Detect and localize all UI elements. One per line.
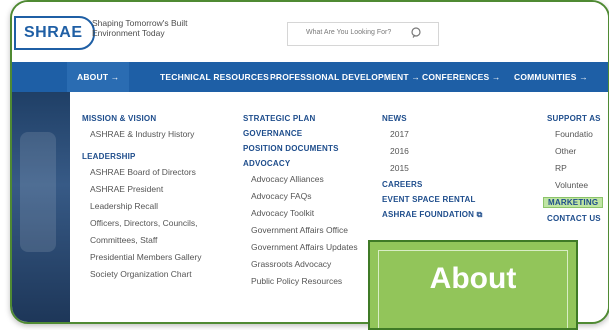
- nav-communities[interactable]: COMMUNITIES →: [514, 62, 588, 92]
- menu-link-other[interactable]: Other: [555, 146, 603, 156]
- menu-link-public-policy[interactable]: Public Policy Resources: [251, 276, 358, 286]
- nav-technical-resources[interactable]: TECHNICAL RESOURCES →: [160, 62, 280, 92]
- menu-link-gov-affairs-updates[interactable]: Government Affairs Updates: [251, 242, 358, 252]
- nav-about[interactable]: ABOUT →: [67, 62, 130, 92]
- menu-link-advocacy-alliances[interactable]: Advocacy Alliances: [251, 174, 358, 184]
- menu-link-presidential-gallery[interactable]: Presidential Members Gallery: [90, 252, 201, 262]
- search-box[interactable]: What Are You Looking For?: [287, 22, 439, 46]
- menu-link-grassroots[interactable]: Grassroots Advocacy: [251, 259, 358, 269]
- menu-link-2015[interactable]: 2015: [390, 163, 483, 173]
- menu-link-leadership-recall[interactable]: Leadership Recall: [90, 201, 201, 211]
- menu-leadership[interactable]: LEADERSHIP: [82, 152, 201, 161]
- menu-marketing[interactable]: MARKETING: [543, 197, 604, 208]
- tagline: Shaping Tomorrow's Built Environment Tod…: [92, 18, 188, 38]
- menu-link-board[interactable]: ASHRAE Board of Directors: [90, 167, 201, 177]
- menu-foundation[interactable]: ASHRAE FOUNDATION ⧉: [382, 210, 483, 220]
- external-link-icon: ⧉: [476, 210, 483, 219]
- menu-link-2017[interactable]: 2017: [390, 129, 483, 139]
- nav-conferences[interactable]: CONFERENCES →: [422, 62, 501, 92]
- callout-label: About: [429, 262, 517, 295]
- ashrae-logo[interactable]: SHRAE: [14, 16, 95, 50]
- menu-link-volunteer[interactable]: Voluntee: [555, 180, 603, 190]
- menu-link-advocacy-faqs[interactable]: Advocacy FAQs: [251, 191, 358, 201]
- menu-strategic-plan[interactable]: STRATEGIC PLAN: [243, 114, 358, 123]
- menu-advocacy[interactable]: ADVOCACY: [243, 159, 358, 168]
- menu-contact-us[interactable]: CONTACT US: [547, 214, 603, 223]
- menu-link-president[interactable]: ASHRAE President: [90, 184, 201, 194]
- marketing-highlight: MARKETING: [543, 197, 604, 208]
- menu-link-2016[interactable]: 2016: [390, 146, 483, 156]
- menu-column-2: STRATEGIC PLAN GOVERNANCE POSITION DOCUM…: [243, 114, 358, 293]
- menu-foundation-label: ASHRAE FOUNDATION: [382, 210, 475, 219]
- menu-link-committees[interactable]: Committees, Staff: [90, 235, 201, 245]
- hero-image-strip: [12, 92, 70, 322]
- menu-column-3: NEWS 2017 2016 2015 CAREERS EVENT SPACE …: [382, 114, 483, 226]
- menu-position-documents[interactable]: POSITION DOCUMENTS: [243, 144, 358, 153]
- menu-event-space[interactable]: EVENT SPACE RENTAL: [382, 195, 483, 204]
- menu-link-history[interactable]: ASHRAE & Industry History: [90, 129, 201, 139]
- menu-link-officers[interactable]: Officers, Directors, Councils,: [90, 218, 201, 228]
- menu-support-ashrae[interactable]: SUPPORT AS: [547, 114, 603, 123]
- menu-news[interactable]: NEWS: [382, 114, 483, 123]
- menu-column-1: MISSION & VISION ASHRAE & Industry Histo…: [82, 114, 201, 286]
- main-nav: ABOUT → TECHNICAL RESOURCES → PROFESSION…: [12, 62, 608, 92]
- menu-careers[interactable]: CAREERS: [382, 180, 483, 189]
- menu-link-org-chart[interactable]: Society Organization Chart: [90, 269, 201, 279]
- menu-link-rp[interactable]: RP: [555, 163, 603, 173]
- site-header: SHRAE Shaping Tomorrow's Built Environme…: [12, 2, 608, 62]
- menu-link-advocacy-toolkit[interactable]: Advocacy Toolkit: [251, 208, 358, 218]
- search-icon[interactable]: [410, 26, 424, 40]
- nav-professional-development[interactable]: PROFESSIONAL DEVELOPMENT →: [270, 62, 420, 92]
- menu-link-foundation[interactable]: Foundatio: [555, 129, 603, 139]
- menu-mission-vision[interactable]: MISSION & VISION: [82, 114, 201, 123]
- about-callout-box: About: [368, 240, 578, 330]
- menu-governance[interactable]: GOVERNANCE: [243, 129, 358, 138]
- search-placeholder: What Are You Looking For?: [306, 29, 392, 36]
- menu-column-4: SUPPORT AS Foundatio Other RP Voluntee M…: [543, 114, 604, 229]
- hero-gloss: [20, 132, 56, 252]
- menu-link-gov-affairs-office[interactable]: Government Affairs Office: [251, 225, 358, 235]
